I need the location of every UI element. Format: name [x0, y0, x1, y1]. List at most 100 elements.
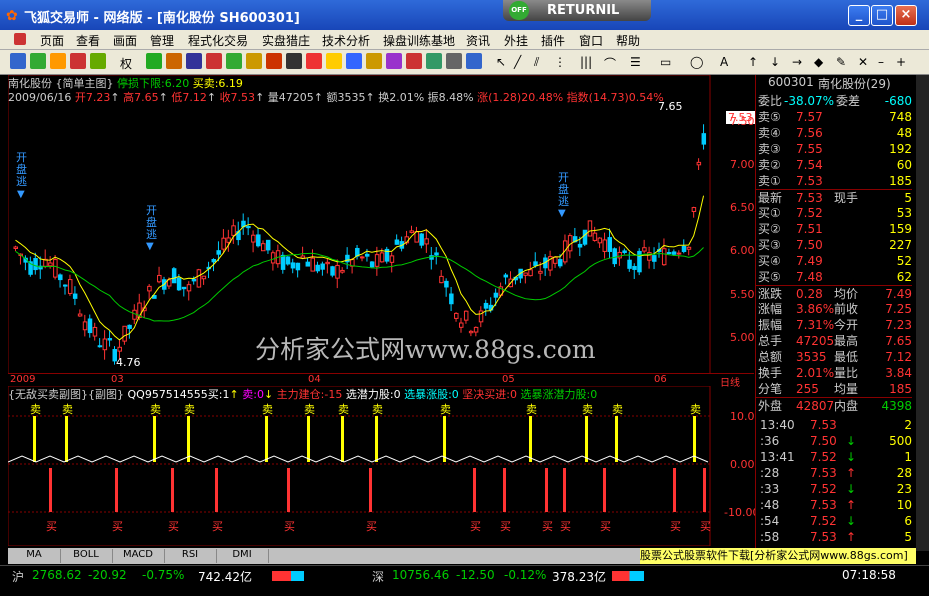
- bid-price: 7.48: [796, 270, 823, 284]
- candle-body: [216, 250, 221, 255]
- bid-row[interactable]: 买② 7.51 159: [756, 221, 912, 237]
- candle-body: [295, 262, 301, 271]
- eraser-icon[interactable]: ✎: [836, 55, 846, 69]
- tick-arrow-icon: ↓: [846, 514, 857, 528]
- outer-label: 外盘: [758, 399, 783, 413]
- tab-macd[interactable]: MACD: [112, 549, 165, 563]
- rect-icon[interactable]: ▭: [660, 55, 671, 69]
- app-menu-icon[interactable]: [14, 33, 26, 45]
- menu-screen[interactable]: 画面: [113, 32, 137, 49]
- timer-icon[interactable]: [426, 53, 442, 69]
- gear-icon[interactable]: [286, 53, 302, 69]
- returnil-widget[interactable]: OFF RETURNIL: [503, 0, 651, 21]
- menu-window[interactable]: 窗口: [579, 32, 603, 49]
- nav-forward-icon[interactable]: [30, 53, 46, 69]
- tool-icon[interactable]: [386, 53, 402, 69]
- side-scroll[interactable]: [916, 75, 929, 551]
- person-icon[interactable]: [226, 53, 242, 69]
- bid-row[interactable]: 买④ 7.49 52: [756, 253, 912, 269]
- channel-icon[interactable]: ⋮: [554, 55, 566, 69]
- nav-back-icon[interactable]: [10, 53, 26, 69]
- bid-volume: 52: [896, 254, 912, 268]
- ask-row[interactable]: 卖③ 7.55 192: [756, 141, 912, 157]
- candle-body: [117, 346, 122, 352]
- flag-icon[interactable]: [206, 53, 222, 69]
- print-icon[interactable]: [446, 53, 462, 69]
- candle-body: [87, 318, 93, 334]
- folder-icon[interactable]: [366, 53, 382, 69]
- vertical-lines-icon[interactable]: |||: [580, 55, 592, 69]
- face-icon[interactable]: [246, 53, 262, 69]
- tab-ma[interactable]: MA: [8, 549, 61, 563]
- sub-sell-bar: [693, 416, 696, 462]
- bid-row[interactable]: 买⑤ 7.48 62: [756, 269, 912, 285]
- menu-info[interactable]: 资讯: [466, 32, 490, 49]
- ad-banner[interactable]: 股票公式股票软件下载[分析家公式网www.88gs.com]: [640, 548, 916, 564]
- menu-tech-analysis[interactable]: 技术分析: [322, 32, 370, 49]
- menu-view[interactable]: 查看: [76, 32, 100, 49]
- menu-training[interactable]: 操盘训练基地: [383, 32, 455, 49]
- menu-manage[interactable]: 管理: [150, 32, 174, 49]
- price-label-low: 4.76: [116, 356, 141, 369]
- menu-plugin-ext[interactable]: 外挂: [504, 32, 528, 49]
- ask-row[interactable]: 卖① 7.53 185: [756, 173, 912, 189]
- rsi-icon[interactable]: [50, 53, 66, 69]
- stat-value-2: 7.25: [885, 302, 912, 316]
- minimize-button[interactable]: _: [848, 5, 870, 26]
- chart-icon[interactable]: [70, 53, 86, 69]
- arrow-right-icon[interactable]: →: [792, 55, 802, 69]
- candle-body: [58, 274, 63, 281]
- stat-row: 振幅 7.31% 今开 7.23: [756, 317, 912, 333]
- candle-body: [102, 338, 108, 351]
- multi-line-icon[interactable]: ⫽: [534, 55, 539, 70]
- ask-row[interactable]: 卖④ 7.56 48: [756, 125, 912, 141]
- circle-icon[interactable]: [146, 53, 162, 69]
- tab-dmi[interactable]: DMI: [216, 549, 269, 563]
- tick-time: 13:40: [760, 418, 795, 432]
- candle-body: [379, 252, 385, 263]
- bar-icon[interactable]: [186, 53, 202, 69]
- lock-icon[interactable]: [406, 53, 422, 69]
- bid-row[interactable]: 买③ 7.50 227: [756, 237, 912, 253]
- arrow-down-icon[interactable]: ↓: [770, 55, 780, 69]
- fill-tool-icon[interactable]: ◆: [814, 55, 823, 69]
- quote-name: 南化股份(29): [818, 77, 891, 91]
- delete-drawing-icon[interactable]: ✕: [858, 55, 868, 69]
- bid-price: 7.49: [796, 254, 823, 268]
- ask-row[interactable]: 卖⑤ 7.57 748: [756, 109, 912, 125]
- tab-rsi[interactable]: RSI: [164, 549, 217, 563]
- menu-plugins[interactable]: 插件: [541, 32, 565, 49]
- menu-page[interactable]: 页面: [40, 32, 64, 49]
- cursor-tool-icon[interactable]: ↖: [496, 55, 506, 69]
- stat-value: 0.28: [796, 287, 823, 301]
- hbar-icon[interactable]: ☰: [630, 55, 641, 69]
- arrow-up-icon[interactable]: ↑: [748, 55, 758, 69]
- maximize-button[interactable]: □: [871, 5, 893, 26]
- candle-body: [315, 264, 320, 272]
- menu-help[interactable]: 帮助: [616, 32, 640, 49]
- menu-hunt[interactable]: 实盘猎庄: [262, 32, 310, 49]
- help-icon[interactable]: [466, 53, 482, 69]
- ellipse-icon[interactable]: ◯: [690, 55, 703, 69]
- kline-icon[interactable]: [166, 53, 182, 69]
- close-button[interactable]: ×: [895, 5, 917, 26]
- text-tool-icon[interactable]: A: [720, 55, 728, 69]
- grid-icon[interactable]: [90, 53, 106, 69]
- bell-icon[interactable]: [306, 53, 322, 69]
- pencil-icon[interactable]: [326, 53, 342, 69]
- bid-row[interactable]: 买① 7.52 53: [756, 205, 912, 221]
- bid-price: 7.52: [796, 206, 823, 220]
- quan-button[interactable]: 权: [120, 55, 132, 72]
- tab-boll[interactable]: BOLL: [60, 549, 113, 563]
- line-tool-icon[interactable]: ╱: [514, 55, 521, 69]
- sub-buy-bar: [287, 468, 290, 512]
- ask-row[interactable]: 卖② 7.54 60: [756, 157, 912, 173]
- menu-program-trade[interactable]: 程式化交易: [188, 32, 248, 49]
- bid-label: 买①: [758, 206, 781, 220]
- zoom-in-icon[interactable]: +: [896, 55, 906, 69]
- tick-volume: 500: [889, 434, 912, 448]
- paint-icon[interactable]: [346, 53, 362, 69]
- bug-icon[interactable]: [266, 53, 282, 69]
- arc-icon[interactable]: ⌒: [604, 55, 616, 72]
- zoom-out-icon[interactable]: –: [878, 55, 884, 69]
